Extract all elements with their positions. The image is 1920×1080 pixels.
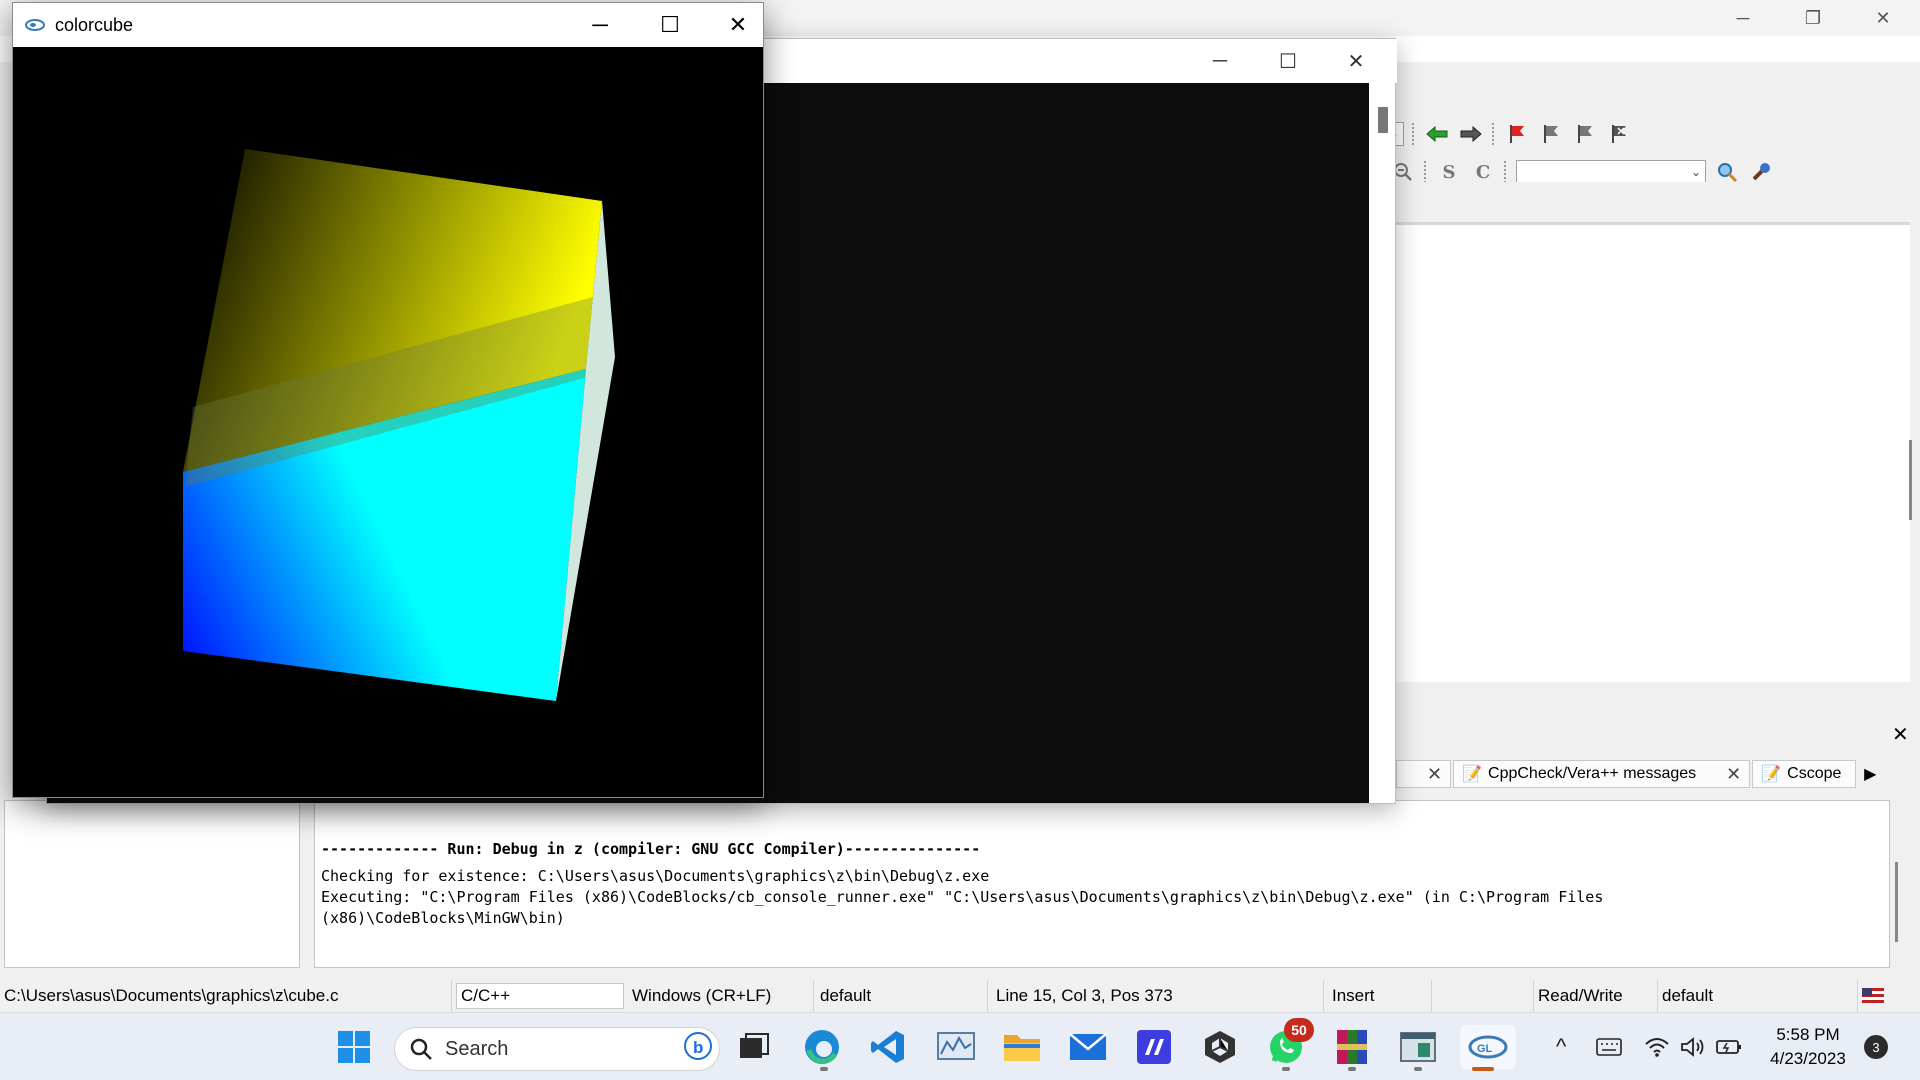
- logs-tabs: ✕ 📝 CppCheck/Vera++ messages ✕ 📝 Cscope …: [1396, 760, 1882, 788]
- statusbar: C:\Users\asus\Documents\graphics\z\cube.…: [0, 980, 1920, 1012]
- svg-text:GL: GL: [1477, 1043, 1493, 1055]
- tab-close-icon[interactable]: ✕: [1726, 764, 1741, 785]
- status-profile: default: [1658, 980, 1858, 1012]
- note-icon: 📝: [1462, 766, 1483, 783]
- rendered-cube: [183, 149, 615, 701]
- editor-area: [1396, 182, 1920, 712]
- toolbar-grip[interactable]: [1492, 123, 1496, 145]
- tab-label: CppCheck/Vera++ messages: [1488, 765, 1697, 782]
- toolbar-grip[interactable]: [1412, 123, 1416, 145]
- status-encoding: default: [816, 980, 988, 1012]
- clock-date: 4/23/2023: [1770, 1049, 1846, 1068]
- resource-monitor-icon[interactable]: [934, 1025, 978, 1069]
- editor-pane[interactable]: [1396, 222, 1910, 682]
- battery-icon[interactable]: [1716, 1013, 1742, 1080]
- winrar-running-indicator: [1348, 1067, 1356, 1071]
- cube-close-button[interactable]: ✕: [703, 3, 773, 47]
- ide-close-button[interactable]: ✕: [1848, 0, 1918, 36]
- mail-icon[interactable]: [1066, 1025, 1110, 1069]
- status-access: Read/Write: [1534, 980, 1658, 1012]
- toolbar-row-1: ⌄: [1376, 119, 1632, 149]
- console-minimize-button[interactable]: ─: [1187, 39, 1253, 83]
- console-close-button[interactable]: ✕: [1323, 39, 1389, 83]
- cube-maximize-button[interactable]: ☐: [635, 3, 705, 47]
- build-log[interactable]: ------------- Run: Debug in z (compiler:…: [314, 800, 1890, 968]
- winrar-icon[interactable]: [1330, 1025, 1374, 1069]
- search-icon: [410, 1038, 432, 1060]
- bookmark-clear-icon[interactable]: [1606, 121, 1632, 147]
- bing-icon[interactable]: b: [683, 1031, 713, 1067]
- vscode-icon[interactable]: [866, 1025, 910, 1069]
- bookmark-next-icon[interactable]: [1572, 121, 1598, 147]
- chevron-up-icon[interactable]: ^: [1546, 1034, 1576, 1060]
- log-run-header: ------------- Run: Debug in z (compiler:…: [321, 840, 981, 858]
- ide-restore-button[interactable]: ❐: [1778, 0, 1848, 36]
- unity-icon[interactable]: [1198, 1025, 1242, 1069]
- keyboard-icon[interactable]: [1596, 1013, 1622, 1080]
- whatsapp-unread-badge: 50: [1284, 1018, 1314, 1042]
- arrow-left-icon[interactable]: [1424, 121, 1450, 147]
- log-line-executing: Executing: "C:\Program Files (x86)\CodeB…: [321, 888, 1604, 906]
- whatsapp-running-indicator: [1282, 1067, 1290, 1071]
- taskbar-clock[interactable]: 5:58 PM 4/23/2023: [1760, 1023, 1856, 1071]
- management-panel[interactable]: [4, 800, 300, 968]
- taskbar: Search b GL ^ 5:58 PM 4/23/2023 3: [0, 1012, 1920, 1080]
- start-button[interactable]: [332, 1025, 376, 1069]
- editor-scrollbar[interactable]: [1909, 440, 1912, 520]
- status-mode: Insert: [1328, 980, 1432, 1012]
- codeblocks-taskbar-icon[interactable]: GL: [1460, 1025, 1516, 1069]
- search-placeholder: Search: [445, 1037, 509, 1060]
- cube-minimize-button[interactable]: ─: [565, 3, 635, 47]
- volume-icon[interactable]: [1680, 1013, 1706, 1080]
- glut-app-icon: [25, 18, 45, 32]
- status-empty: [1432, 980, 1534, 1012]
- colorcube-title: colorcube: [55, 14, 134, 35]
- tab-label: Cscope: [1787, 765, 1842, 782]
- tab-cppcheck[interactable]: 📝 CppCheck/Vera++ messages ✕: [1453, 760, 1751, 788]
- opengl-canvas[interactable]: [13, 47, 763, 797]
- notification-count-badge[interactable]: 3: [1864, 1035, 1888, 1059]
- console-maximize-button[interactable]: ☐: [1255, 39, 1321, 83]
- note-icon: 📝: [1761, 766, 1782, 783]
- clock-time: 5:58 PM: [1776, 1025, 1840, 1044]
- edge-icon[interactable]: [800, 1025, 844, 1069]
- tab-hidden[interactable]: ✕: [1396, 760, 1452, 788]
- app-window-icon[interactable]: [1396, 1025, 1440, 1069]
- taskbar-search[interactable]: Search b: [394, 1027, 720, 1071]
- status-file-path: C:\Users\asus\Documents\graphics\z\cube.…: [0, 980, 452, 1012]
- task-view-icon[interactable]: [732, 1025, 776, 1069]
- logs-scrollbar[interactable]: [1895, 862, 1898, 942]
- logs-close-icon[interactable]: ✕: [1892, 722, 1909, 747]
- colorcube-titlebar[interactable]: colorcube ─ ☐ ✕: [13, 3, 763, 47]
- svg-text:b: b: [693, 1038, 703, 1057]
- bookmark-prev-icon[interactable]: [1538, 121, 1564, 147]
- tab-close-icon[interactable]: ✕: [1427, 764, 1442, 785]
- ide-minimize-button[interactable]: ─: [1708, 0, 1778, 36]
- status-position: Line 15, Col 3, Pos 373: [992, 980, 1324, 1012]
- wifi-icon[interactable]: [1644, 1013, 1670, 1080]
- log-line-checking: Checking for existence: C:\Users\asus\Do…: [321, 867, 990, 885]
- tray-overflow[interactable]: ^: [1546, 1013, 1576, 1080]
- app-running-indicator: [1414, 1067, 1422, 1071]
- windows-logo-icon: [338, 1031, 370, 1063]
- edge-running-indicator: [820, 1067, 828, 1071]
- bookmark-toggle-icon[interactable]: [1504, 121, 1530, 147]
- tabs-scroll-right-icon[interactable]: ▶: [1858, 764, 1882, 784]
- tab-cscope[interactable]: 📝 Cscope: [1752, 760, 1857, 788]
- arrow-right-icon[interactable]: [1458, 121, 1484, 147]
- toolbar-grip[interactable]: [1424, 161, 1428, 183]
- status-language: C/C++: [456, 983, 624, 1009]
- colorcube-window[interactable]: colorcube ─ ☐ ✕: [12, 2, 764, 798]
- visual-studio-icon[interactable]: [1132, 1025, 1176, 1069]
- log-line-executing-cont: (x86)\CodeBlocks\MinGW\bin): [321, 909, 565, 927]
- status-line-endings: Windows (CR+LF): [628, 980, 814, 1012]
- file-explorer-icon[interactable]: [1000, 1025, 1044, 1069]
- search-combo[interactable]: ⌄: [1516, 160, 1706, 184]
- codeblocks-active-indicator: [1472, 1067, 1494, 1071]
- flag-icon: [1862, 988, 1884, 1003]
- console-scrollbar[interactable]: [1378, 107, 1388, 133]
- toolbar-grip[interactable]: [1504, 161, 1508, 183]
